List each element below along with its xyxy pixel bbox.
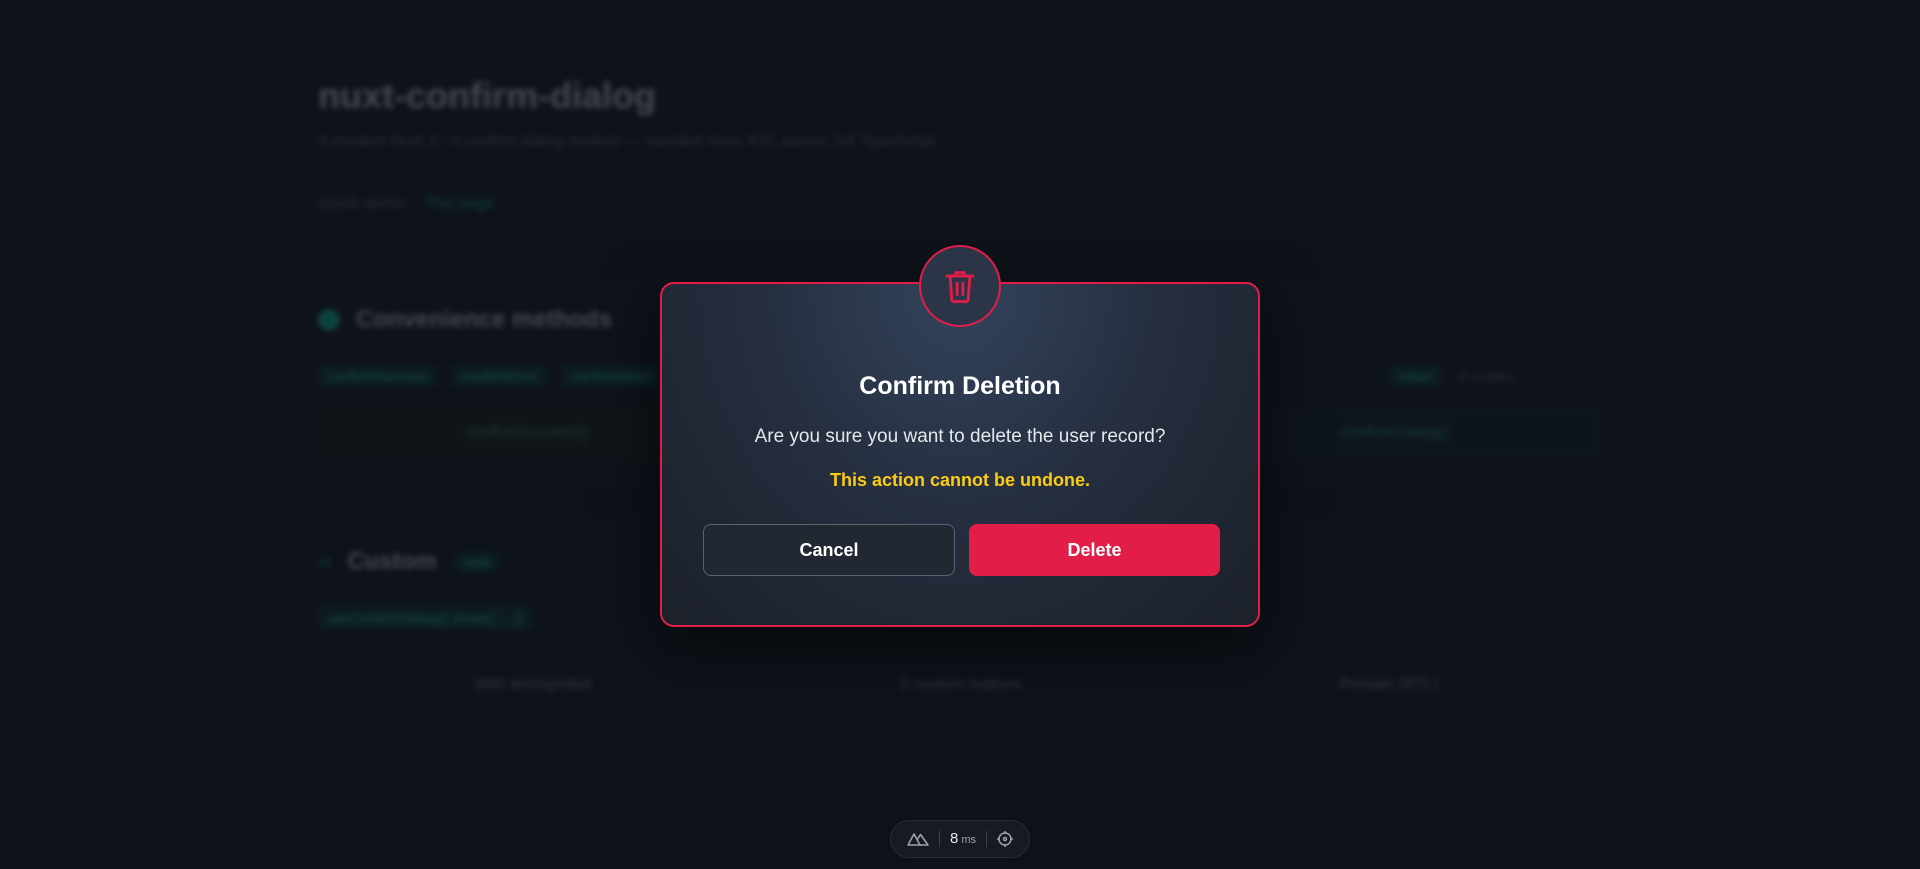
render-time-unit: ms — [961, 834, 976, 846]
render-time: 8 ms — [950, 830, 976, 848]
separator — [985, 831, 987, 847]
separator — [939, 831, 941, 847]
crosshair-icon[interactable] — [996, 830, 1014, 848]
cancel-button[interactable]: Cancel — [703, 524, 955, 576]
trash-icon — [945, 271, 975, 303]
confirm-dialog: Confirm Deletion Are you sure you want t… — [660, 245, 1260, 627]
devtools-pill[interactable]: 8 ms — [890, 820, 1030, 858]
dialog-title: Confirm Deletion — [859, 372, 1061, 400]
nuxt-logo-icon[interactable] — [906, 831, 930, 847]
render-time-value: 8 — [949, 830, 959, 847]
delete-button[interactable]: Delete — [969, 524, 1220, 576]
dialog-warning: This action cannot be undone. — [829, 470, 1090, 490]
dialog-icon-badge — [919, 245, 1001, 327]
dialog-message: Are you sure you want to delete the user… — [754, 426, 1166, 447]
